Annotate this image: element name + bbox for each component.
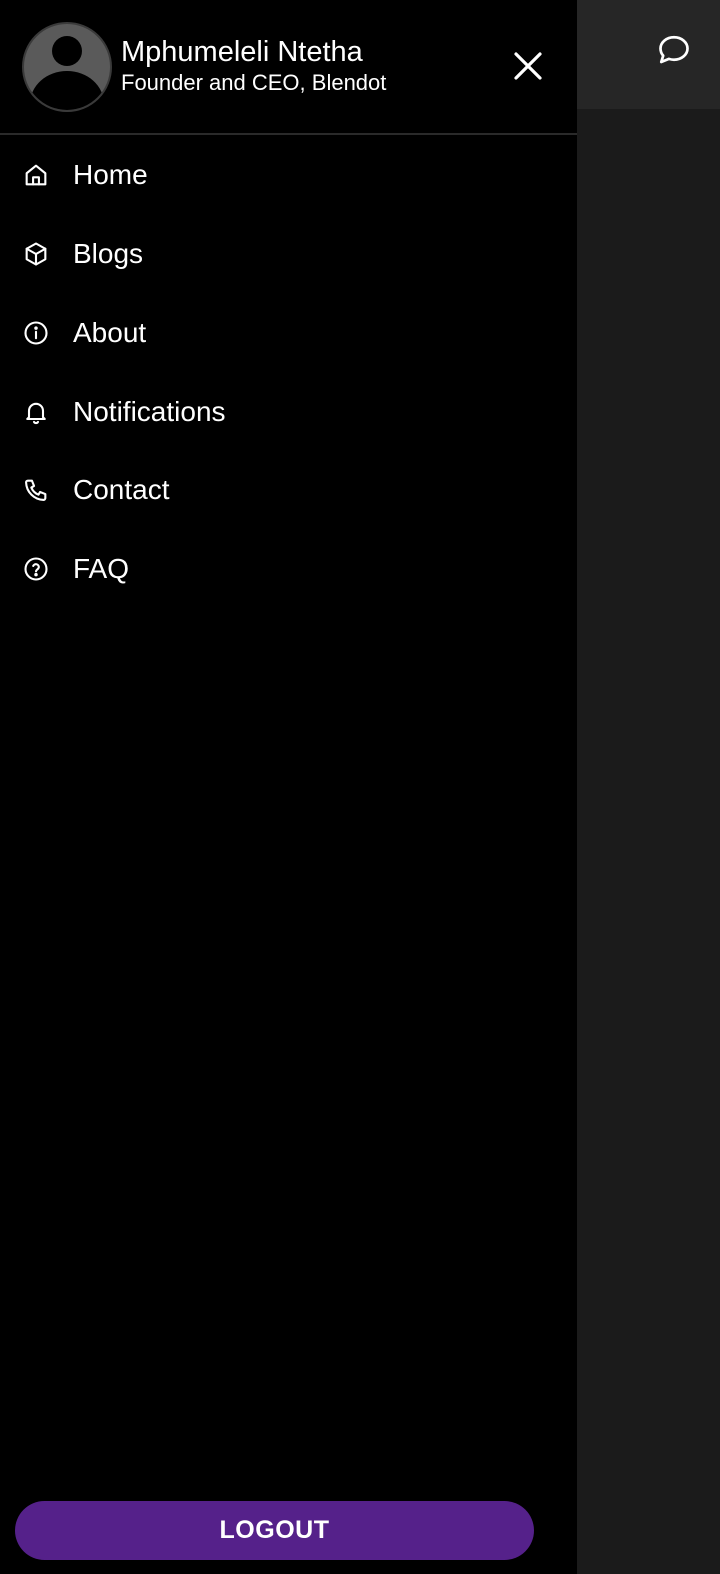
- nav-item-home[interactable]: Home: [0, 135, 577, 214]
- nav-item-notifications[interactable]: Notifications: [0, 372, 577, 451]
- profile-name: Mphumeleli Ntetha: [121, 36, 363, 68]
- nav-item-label: Home: [73, 158, 148, 190]
- info-icon: [21, 318, 51, 348]
- nav-item-label: Contact: [73, 473, 170, 505]
- nav-item-label: Notifications: [73, 395, 226, 427]
- avatar[interactable]: [22, 22, 112, 112]
- user-silhouette-icon: [30, 36, 104, 110]
- question-icon: [21, 554, 51, 584]
- nav-item-contact[interactable]: Contact: [0, 450, 577, 529]
- close-icon: [514, 52, 542, 80]
- logout-button[interactable]: LOGOUT: [15, 1501, 534, 1560]
- nav-item-label: About: [73, 316, 147, 348]
- profile-role: Founder and CEO, Blendot: [121, 70, 387, 95]
- navigation-drawer: Mphumeleli Ntetha Founder and CEO, Blend…: [0, 0, 577, 1574]
- nav-item-faq[interactable]: FAQ: [0, 529, 577, 608]
- bell-icon: [21, 397, 51, 427]
- nav-item-blogs[interactable]: Blogs: [0, 214, 577, 293]
- close-drawer-button[interactable]: [506, 44, 550, 88]
- chat-button[interactable]: [652, 28, 696, 72]
- drawer-header: Mphumeleli Ntetha Founder and CEO, Blend…: [0, 0, 577, 135]
- cube-icon: [21, 239, 51, 269]
- nav-item-label: FAQ: [73, 552, 130, 584]
- chat-bubble-icon: [659, 35, 689, 64]
- nav-item-about[interactable]: About: [0, 293, 577, 372]
- home-icon: [21, 160, 51, 190]
- nav-item-label: Blogs: [73, 237, 144, 269]
- phone-icon: [21, 475, 51, 505]
